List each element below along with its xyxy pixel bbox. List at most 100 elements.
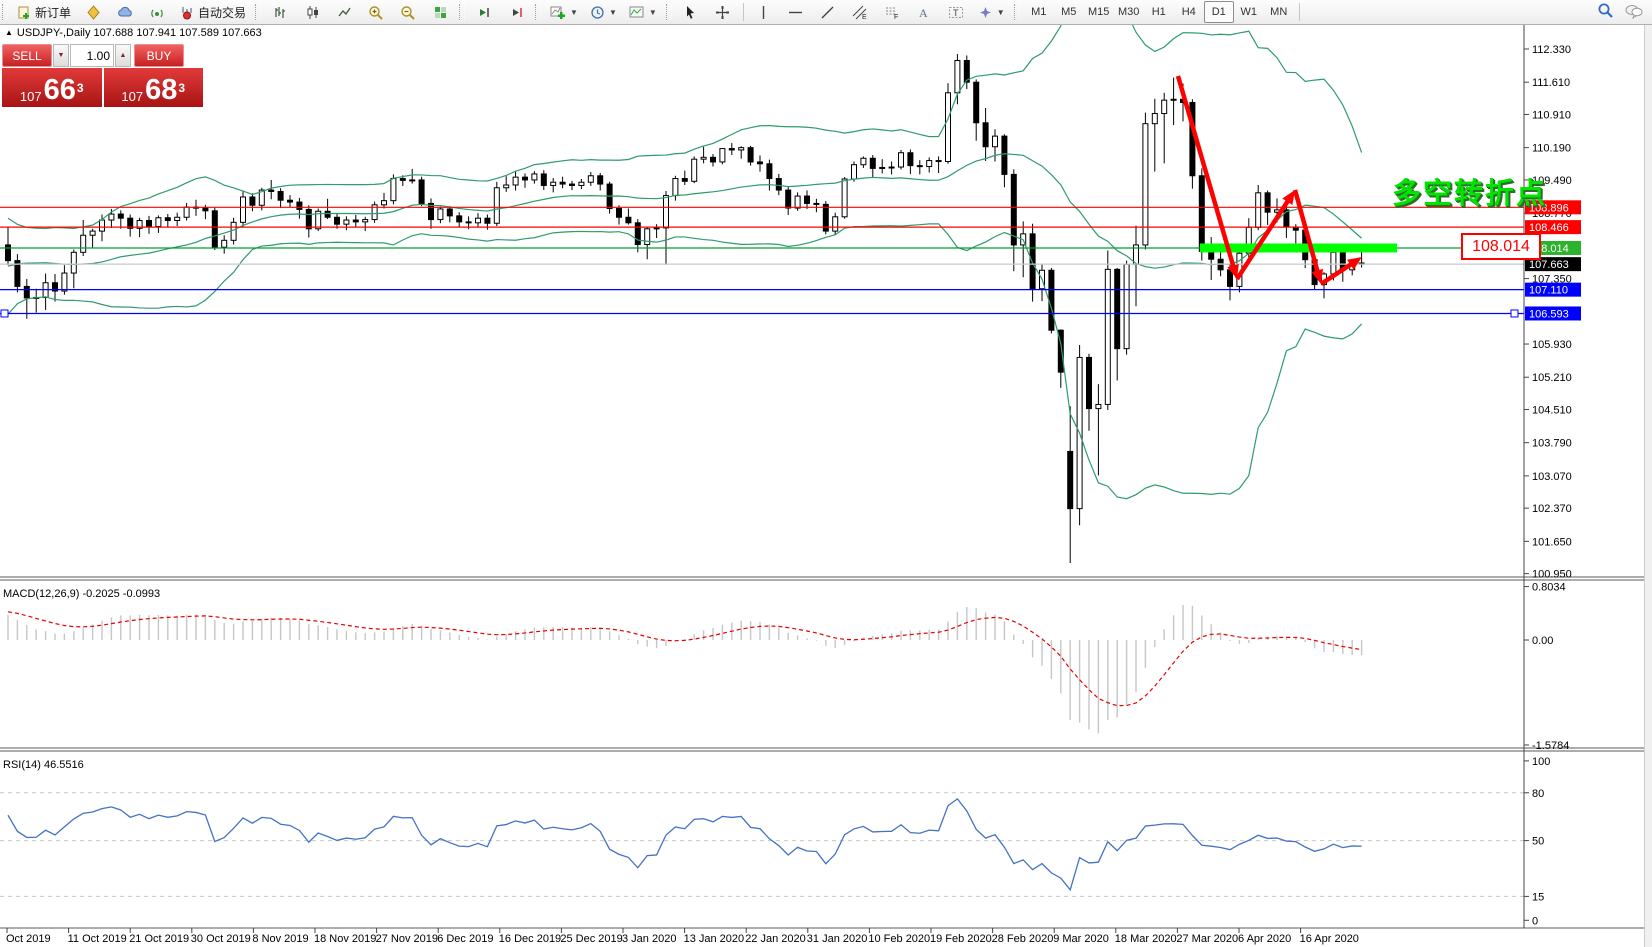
candle-body (71, 252, 76, 273)
toolbar-grip[interactable] (255, 4, 261, 20)
candle-body (1256, 193, 1261, 228)
candle-body (203, 208, 208, 211)
candle-body (184, 207, 189, 217)
signals-button[interactable] (142, 1, 172, 23)
line-drag-handle[interactable] (1, 310, 8, 317)
tab-timeframe-m30[interactable]: M30 (1114, 1, 1144, 23)
zoom-in-button[interactable] (361, 1, 391, 23)
hline-tool-button[interactable] (781, 1, 811, 23)
medal-button[interactable] (78, 1, 108, 23)
candle-body (692, 159, 697, 181)
tab-timeframe-m15[interactable]: M15 (1084, 1, 1114, 23)
volume-input[interactable]: 1.00 (70, 44, 114, 67)
main-toolbar: 新订单 自动交易 ▼ ▼ ▼ (0, 0, 1652, 25)
autotrading-button[interactable]: 自动交易 (174, 1, 251, 23)
candle-body (241, 197, 246, 222)
sell-quote[interactable]: 107 66 3 (2, 68, 102, 107)
candle-body (222, 240, 227, 247)
tab-timeframe-m1[interactable]: M1 (1024, 1, 1054, 23)
candle-body (598, 176, 603, 184)
volume-down-button[interactable]: ▼ (53, 44, 69, 67)
turning-point-annotation[interactable]: 多空转折点 (1392, 170, 1547, 212)
label-icon: T (948, 5, 964, 20)
tab-timeframe-w1[interactable]: W1 (1234, 1, 1264, 23)
cursor-icon (683, 5, 698, 20)
tab-timeframe-d1[interactable]: D1 (1204, 1, 1234, 23)
toolbar-grip[interactable] (666, 4, 672, 20)
indicators-button[interactable]: ▼ (545, 1, 583, 23)
date-axis-label: 21 Oct 2019 (129, 933, 189, 945)
candle-body (90, 231, 95, 235)
candle-body (438, 209, 443, 220)
auto-scroll-button[interactable] (469, 1, 499, 23)
candle-body (1209, 251, 1214, 259)
channel-tool-button[interactable]: E (845, 1, 875, 23)
label-tool-button[interactable]: T (941, 1, 971, 23)
candle-body (466, 222, 471, 223)
rsi-axis-tick: 50 (1532, 836, 1544, 848)
toolbar-grip[interactable] (2, 4, 8, 20)
candle-body (1087, 357, 1092, 408)
tab-timeframe-mn[interactable]: MN (1264, 1, 1294, 23)
chart-shift-button[interactable] (501, 1, 531, 23)
cursor-tool-button[interactable] (676, 1, 706, 23)
toolbar-grip[interactable] (459, 4, 465, 20)
price-axis-tick: 103.790 (1532, 438, 1572, 450)
line-chart-button[interactable] (329, 1, 359, 23)
candle-body (720, 149, 725, 162)
buy-quote[interactable]: 107 68 3 (104, 68, 204, 107)
buy-button[interactable]: BUY (134, 44, 184, 67)
candle-body (306, 209, 311, 228)
periods-button[interactable]: ▼ (585, 1, 622, 23)
tab-timeframe-h4[interactable]: H4 (1174, 1, 1204, 23)
candle-body (1011, 174, 1016, 245)
toolbar-grip[interactable] (1014, 4, 1020, 20)
price-axis-tick: 104.510 (1532, 405, 1572, 417)
fibonacci-tool-button[interactable]: F (877, 1, 907, 23)
search-icon[interactable] (1597, 2, 1614, 24)
templates-button[interactable]: ▼ (624, 1, 662, 23)
chart-canvas[interactable]: MACD(12,26,9) -0.2025 -0.0993RSI(14) 46.… (0, 0, 1652, 947)
window-edge-strip (1644, 0, 1652, 947)
candle-body (927, 161, 932, 167)
trendline-tool-button[interactable] (813, 1, 843, 23)
autotrading-label: 自动交易 (198, 4, 246, 21)
timeframe-group: M1M5M15M30H1H4D1W1MN (1024, 1, 1294, 23)
tab-timeframe-m5[interactable]: M5 (1054, 1, 1084, 23)
price-axis-tick: 102.370 (1532, 503, 1572, 515)
bar-chart-button[interactable] (265, 1, 295, 23)
rsi-axis-tick: 0 (1532, 915, 1538, 927)
shapes-tool-button[interactable]: ▼ (973, 1, 1010, 23)
svg-text:E: E (862, 14, 867, 20)
new-order-button[interactable]: 新订单 (12, 1, 76, 23)
text-tool-button[interactable]: A (909, 1, 939, 23)
svg-text:F: F (894, 14, 898, 20)
price-tag-box[interactable]: 108.014 (1461, 233, 1541, 260)
tile-windows-button[interactable] (425, 1, 455, 23)
community-cloud-icon (117, 5, 133, 20)
vline-tool-button[interactable] (749, 1, 779, 23)
auto-scroll-icon (477, 5, 492, 20)
candle-body (485, 218, 490, 223)
volume-up-button[interactable]: ▲ (115, 44, 131, 67)
rsi-axis-tick: 80 (1532, 788, 1544, 800)
candle-body (767, 164, 772, 179)
price-axis-tick: 110.910 (1532, 109, 1571, 121)
toolbar-grip[interactable] (535, 4, 541, 20)
macd-axis-tick: 0.00 (1532, 635, 1553, 647)
crosshair-tool-button[interactable] (708, 1, 738, 23)
candlestick-button[interactable] (297, 1, 327, 23)
tab-timeframe-h1[interactable]: H1 (1144, 1, 1174, 23)
candle-body (212, 211, 217, 247)
candle-body (1049, 270, 1054, 330)
symbol-ohlc-text: USDJPY-,Daily 107.688 107.941 107.589 10… (17, 27, 262, 39)
candle-body (701, 157, 706, 159)
zoom-out-button[interactable] (393, 1, 423, 23)
candle-body (1331, 252, 1336, 274)
sell-price-fraction: 3 (77, 82, 84, 94)
price-axis-tick: 105.930 (1532, 339, 1572, 351)
line-drag-handle[interactable] (1511, 310, 1518, 317)
sell-button[interactable]: SELL (2, 44, 52, 67)
community-button[interactable] (110, 1, 140, 23)
chat-icon[interactable] (1624, 3, 1644, 24)
